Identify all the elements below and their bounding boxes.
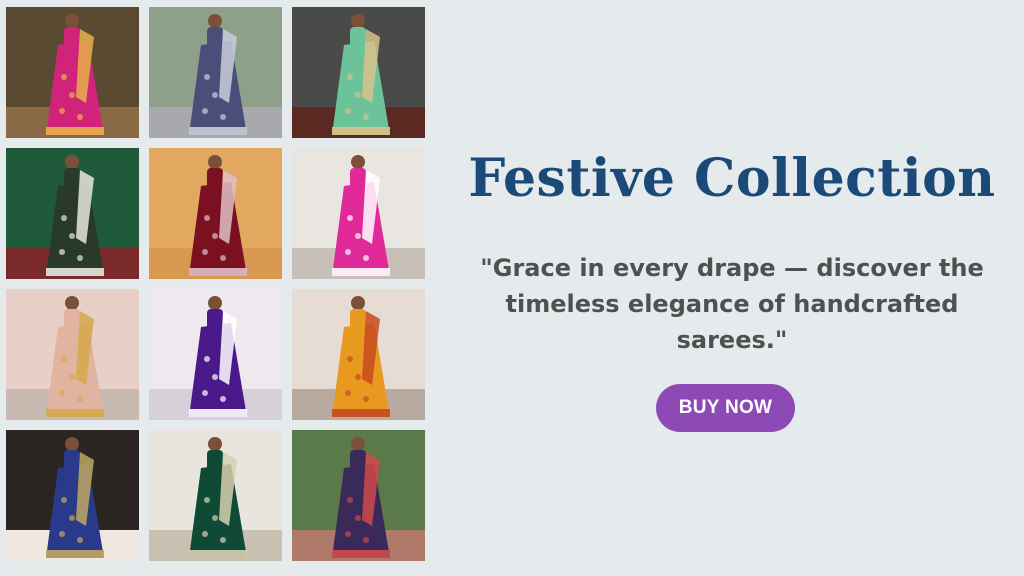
- page-title: Festive Collection: [468, 148, 996, 209]
- saree-photo-image: [292, 430, 425, 561]
- saree-photo[interactable]: [292, 430, 425, 561]
- saree-photo[interactable]: [6, 430, 139, 561]
- saree-photo-image: [149, 430, 282, 561]
- saree-photo-image: [149, 148, 282, 279]
- saree-photo-image: [292, 289, 425, 420]
- saree-photo[interactable]: [149, 7, 282, 138]
- saree-photo[interactable]: [292, 148, 425, 279]
- saree-photo-image: [6, 7, 139, 138]
- saree-photo[interactable]: [6, 148, 139, 279]
- saree-photo-image: [6, 289, 139, 420]
- saree-photo[interactable]: [149, 430, 282, 561]
- saree-photo-image: [6, 148, 139, 279]
- saree-photo[interactable]: [6, 7, 139, 138]
- saree-photo[interactable]: [292, 7, 425, 138]
- saree-photo[interactable]: [292, 289, 425, 420]
- saree-gallery: [6, 7, 425, 561]
- saree-photo[interactable]: [149, 148, 282, 279]
- saree-photo[interactable]: [6, 289, 139, 420]
- hero-panel: Festive Collection "Grace in every drape…: [440, 0, 1024, 576]
- saree-photo-image: [6, 430, 139, 561]
- saree-photo-image: [292, 148, 425, 279]
- saree-photo-image: [292, 7, 425, 138]
- buy-now-button[interactable]: BUY NOW: [656, 384, 795, 432]
- tagline-quote: "Grace in every drape — discover the tim…: [480, 254, 984, 354]
- saree-photo-image: [149, 289, 282, 420]
- saree-photo[interactable]: [149, 289, 282, 420]
- saree-photo-image: [149, 7, 282, 138]
